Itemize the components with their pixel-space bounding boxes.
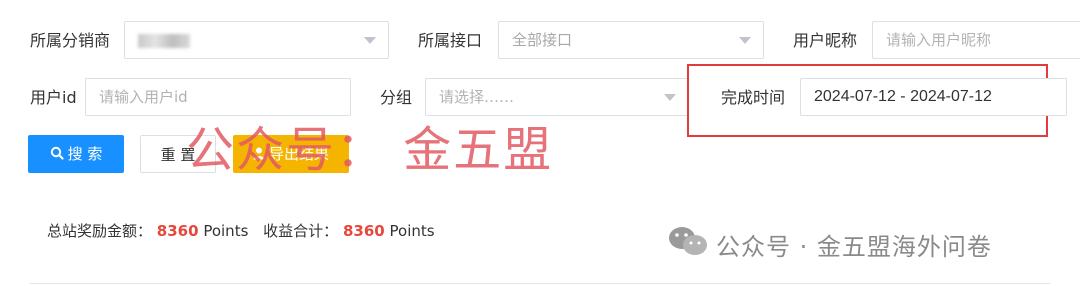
distributor-label: 所属分销商 xyxy=(30,31,111,50)
interface-label: 所属接口 xyxy=(418,31,483,50)
finish-time-range-input[interactable]: 2024-07-12 - 2024-07-12 xyxy=(800,78,1067,116)
user-id-placeholder: 请输入用户id xyxy=(99,88,188,106)
total-reward-label: 总站奖励金额： xyxy=(47,222,153,240)
finish-time-label: 完成时间 xyxy=(721,88,786,107)
chevron-down-icon xyxy=(739,37,751,44)
income-unit: Points xyxy=(389,222,435,240)
nickname-input[interactable]: 请输入用户昵称 xyxy=(872,21,1080,59)
wechat-icon xyxy=(667,224,709,262)
nickname-label: 用户昵称 xyxy=(793,31,858,50)
interface-select[interactable]: 全部接口 xyxy=(498,21,764,59)
nickname-placeholder: 请输入用户昵称 xyxy=(886,31,992,49)
search-button[interactable]: 搜 索 xyxy=(28,135,124,173)
interface-value: 全部接口 xyxy=(512,31,573,49)
distributor-select[interactable] xyxy=(124,21,389,59)
group-placeholder: 请选择…… xyxy=(439,88,515,106)
footer-watermark-text: 公众号 · 金五盟海外问卷 xyxy=(716,233,992,261)
watermark-text: 公众号： 金五盟 xyxy=(186,122,554,178)
search-button-label: 搜 索 xyxy=(67,145,103,163)
user-id-label: 用户id xyxy=(30,88,77,107)
chevron-down-icon xyxy=(664,94,676,101)
chevron-down-icon xyxy=(364,37,376,44)
total-reward-value: 8360 xyxy=(156,222,199,240)
group-label: 分组 xyxy=(380,88,413,107)
search-icon xyxy=(50,146,64,160)
finish-time-value: 2024-07-12 - 2024-07-12 xyxy=(814,88,992,105)
divider xyxy=(30,283,1050,284)
income-label: 收益合计： xyxy=(263,222,339,240)
income-value: 8360 xyxy=(342,222,385,240)
stats-summary: 总站奖励金额： 8360 Points 收益合计： 8360 Points xyxy=(47,220,435,241)
total-reward-unit: Points xyxy=(203,222,249,240)
distributor-redacted-value xyxy=(138,33,190,48)
